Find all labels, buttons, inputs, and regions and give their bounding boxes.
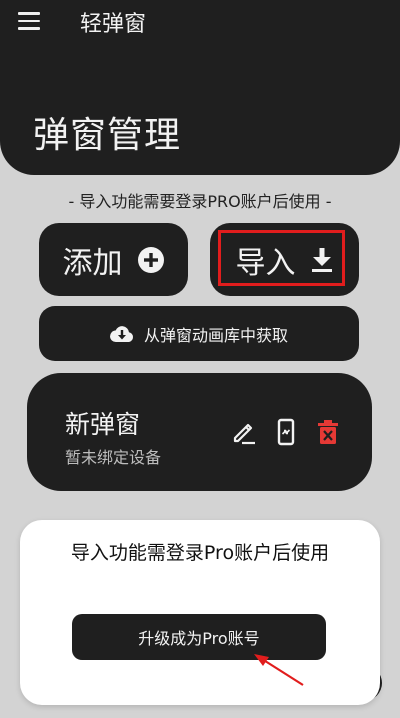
add-button-label: 添加 [62,245,123,281]
menu-icon[interactable] [18,12,40,30]
download-icon [311,247,332,272]
edit-icon[interactable] [230,418,258,446]
upgrade-pro-button[interactable]: 升级成为Pro账号 [72,614,326,660]
cloud-download-icon [110,325,133,342]
delete-icon[interactable] [314,418,342,446]
pro-required-dialog: 导入功能需登录Pro账户后使用 升级成为Pro账号 [20,520,380,705]
app-bar: 轻弹窗 弹窗管理 [0,0,400,175]
import-button[interactable]: 导入 [210,223,359,296]
gallery-button[interactable]: 从弹窗动画库中获取 [39,306,359,361]
dialog-message: 导入功能需登录Pro账户后使用 [70,542,330,564]
popup-status: 暂未绑定设备 [65,448,162,467]
popup-card[interactable]: 新弹窗 暂未绑定设备 [27,373,372,491]
import-hint: - 导入功能需要登录PRO账户后使用 - [68,192,332,211]
page-title: 弹窗管理 [33,115,182,156]
app-title: 轻弹窗 [80,12,147,37]
popup-name: 新弹窗 [65,410,141,439]
plus-circle-icon [137,246,164,273]
phone-link-icon[interactable] [272,418,300,446]
import-button-label: 导入 [235,245,296,281]
gallery-button-label: 从弹窗动画库中获取 [143,325,288,345]
add-button[interactable]: 添加 [39,223,188,296]
